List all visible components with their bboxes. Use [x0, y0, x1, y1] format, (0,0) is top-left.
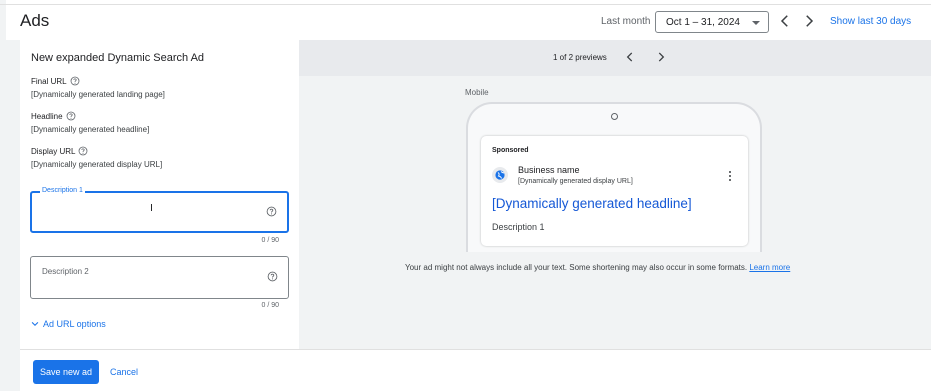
description-2-placeholder: Description 2 — [42, 267, 89, 276]
header-top-divider — [0, 4, 931, 5]
ad-url-options-toggle[interactable]: Ad URL options — [30, 319, 106, 329]
help-icon[interactable] — [266, 206, 277, 217]
chevron-down-icon — [752, 21, 760, 25]
ad-preview-area: 1 of 2 previews Mobile Sponsored Busines… — [299, 40, 931, 349]
preview-disclaimer: Your ad might not always include all you… — [405, 263, 790, 272]
save-new-ad-button[interactable]: Save new ad — [33, 360, 99, 384]
previous-preview-button[interactable] — [623, 50, 637, 64]
page-header: Ads Last month Oct 1 – 31, 2024 Show las… — [0, 0, 931, 40]
chevron-left-icon — [626, 52, 633, 62]
text-cursor-icon: I — [150, 203, 153, 214]
disclaimer-text: Your ad might not always include all you… — [405, 263, 748, 272]
chevron-right-icon — [806, 15, 814, 27]
ad-description: Description 1 — [492, 222, 545, 232]
previous-period-button[interactable] — [776, 12, 794, 30]
ad-headline: [Dynamically generated headline] — [492, 196, 692, 211]
ad-display-url: [Dynamically generated display URL] — [518, 178, 633, 185]
sponsored-label: Sponsored — [492, 147, 529, 154]
date-range-label: Last month — [601, 16, 651, 27]
description-1-field[interactable]: Description 1 I — [30, 187, 289, 233]
mobile-phone-frame: Sponsored Business name [Dynamically gen… — [466, 102, 762, 252]
description-1-counter: 0 / 90 — [261, 237, 279, 244]
description-1-label: Description 1 — [40, 187, 85, 194]
display-url-value: [Dynamically generated display URL] — [31, 160, 163, 169]
final-url-value: [Dynamically generated landing page] — [31, 90, 165, 99]
headline-label: Headline — [31, 111, 76, 121]
description-2-field[interactable]: Description 2 — [30, 256, 289, 299]
headline-label-text: Headline — [31, 111, 63, 121]
next-period-button[interactable] — [800, 12, 818, 30]
form-footer: Save new ad Cancel — [20, 349, 931, 391]
page-title: Ads — [20, 11, 50, 30]
description-2-counter: 0 / 90 — [261, 302, 279, 309]
next-preview-button[interactable] — [654, 50, 668, 64]
device-label: Mobile — [465, 88, 489, 97]
date-range-value: Oct 1 – 31, 2024 — [666, 17, 740, 28]
learn-more-link[interactable]: Learn more — [749, 263, 790, 272]
ad-url-options-label: Ad URL options — [43, 319, 106, 329]
display-url-label: Display URL — [31, 146, 88, 156]
headline-value: [Dynamically generated headline] — [31, 125, 150, 134]
cancel-button[interactable]: Cancel — [110, 360, 138, 384]
help-icon[interactable] — [267, 271, 278, 282]
show-last-30-days-link[interactable]: Show last 30 days — [830, 16, 911, 27]
phone-speaker — [611, 113, 618, 120]
globe-icon — [492, 167, 508, 183]
final-url-label: Final URL — [31, 76, 80, 86]
business-name: Business name — [518, 165, 580, 175]
final-url-label-text: Final URL — [31, 76, 67, 86]
ad-form-panel: New expanded Dynamic Search Ad Final URL… — [20, 40, 299, 349]
ad-preview-card: Sponsored Business name [Dynamically gen… — [481, 136, 748, 246]
help-icon[interactable] — [70, 76, 80, 86]
chevron-left-icon — [780, 15, 788, 27]
left-edge-strip — [0, 0, 6, 40]
preview-toolbar: 1 of 2 previews — [299, 40, 931, 76]
help-icon[interactable] — [66, 111, 76, 121]
help-icon[interactable] — [78, 146, 88, 156]
chevron-right-icon — [658, 52, 665, 62]
display-url-label-text: Display URL — [31, 146, 76, 156]
date-range-select[interactable]: Oct 1 – 31, 2024 — [655, 11, 769, 33]
preview-count: 1 of 2 previews — [553, 53, 607, 62]
more-vert-icon[interactable] — [725, 170, 735, 182]
form-title: New expanded Dynamic Search Ad — [31, 52, 205, 64]
chevron-down-icon — [31, 321, 39, 327]
